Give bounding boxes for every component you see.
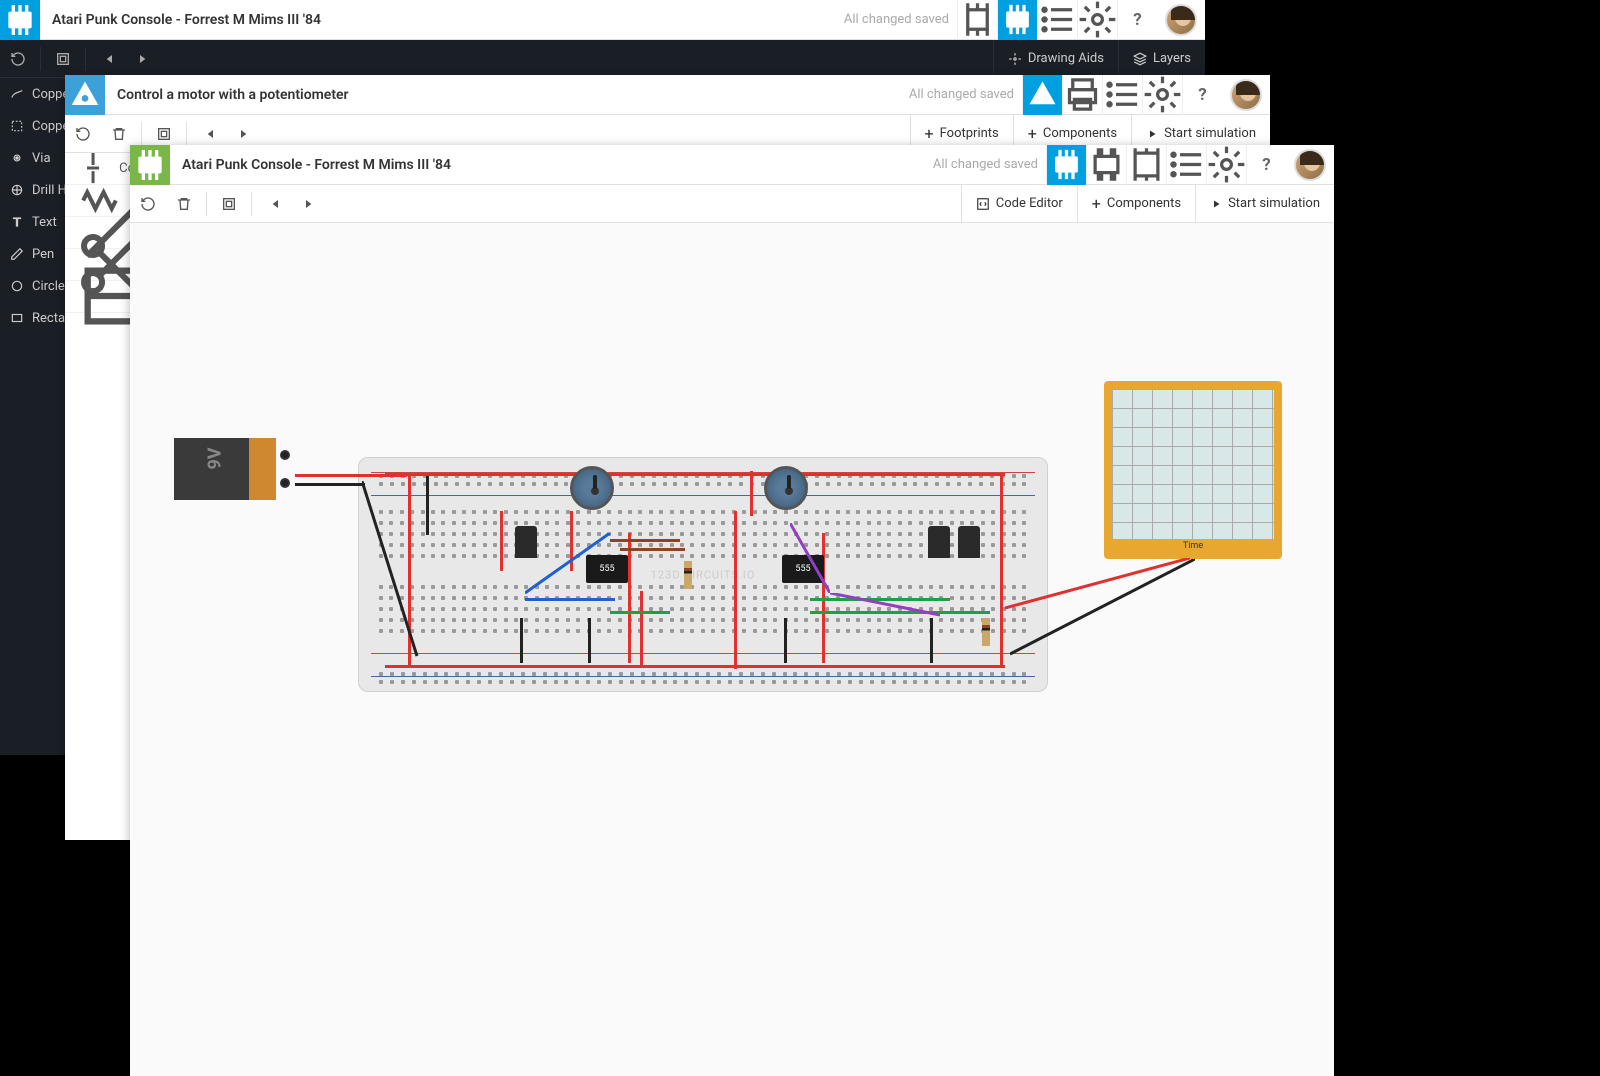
layers-button[interactable]: Layers	[1118, 40, 1205, 78]
undo-button[interactable]	[130, 185, 166, 223]
prev-button[interactable]	[256, 185, 292, 223]
user-avatar[interactable]	[1294, 149, 1326, 181]
wire-red[interactable]	[734, 511, 737, 669]
fit-button[interactable]	[45, 40, 81, 78]
help-button[interactable]: ?	[1117, 0, 1157, 40]
wire-black[interactable]	[295, 483, 365, 486]
print-button[interactable]	[1062, 75, 1102, 115]
next-button[interactable]	[292, 185, 328, 223]
layers-label: Layers	[1153, 51, 1191, 66]
wire-black[interactable]	[520, 618, 523, 663]
code-editor-button[interactable]: Code Editor	[961, 185, 1077, 223]
wire-red[interactable]	[628, 533, 631, 663]
next-button[interactable]	[126, 40, 162, 78]
paper-app-icon	[65, 75, 105, 115]
list-view-button[interactable]	[1037, 0, 1077, 40]
wire-black[interactable]	[784, 618, 787, 663]
breadboard[interactable]: 123D.CIRCUITS.IO	[358, 457, 1048, 692]
pcb-view-button[interactable]	[997, 0, 1037, 40]
wire-red[interactable]	[385, 473, 1005, 476]
wire-black[interactable]	[930, 618, 933, 663]
delete-button[interactable]	[166, 185, 202, 223]
wire-brown[interactable]	[620, 548, 685, 551]
titlebar: Atari Punk Console - Forrest M Mims III …	[0, 0, 1205, 40]
scope-x-label: Time	[1112, 541, 1274, 551]
paper-view-button[interactable]	[1022, 75, 1062, 115]
battery-9v[interactable]: 9V	[174, 438, 296, 500]
help-button[interactable]: ?	[1182, 75, 1222, 115]
capacitor-2[interactable]	[928, 526, 950, 558]
breadboard-editor-window: Atari Punk Console - Forrest M Mims III …	[130, 145, 1334, 1076]
wire-brown[interactable]	[610, 539, 680, 542]
capacitor-3[interactable]	[958, 526, 980, 558]
drawing-aids-label: Drawing Aids	[1028, 51, 1104, 66]
wire-black[interactable]	[588, 618, 591, 663]
window-title: Atari Punk Console - Forrest M Mims III …	[170, 157, 933, 173]
schematic-view-button[interactable]	[957, 0, 997, 40]
schematic-view-button[interactable]	[1086, 145, 1126, 185]
start-sim-button[interactable]: Start simulation	[1195, 185, 1334, 223]
toolbar: Drawing Aids Layers	[0, 40, 1205, 78]
prev-button[interactable]	[90, 40, 126, 78]
save-status: All changed saved	[844, 12, 949, 27]
list-view-button[interactable]	[1166, 145, 1206, 185]
save-status: All changed saved	[909, 87, 1014, 102]
titlebar: Atari Punk Console - Forrest M Mims III …	[130, 145, 1334, 185]
scope-display	[1112, 389, 1274, 539]
circuit-canvas[interactable]: 9V 123D.CIRCUITS.IO	[130, 223, 1334, 1076]
wire-red[interactable]	[750, 471, 753, 516]
resistor-2[interactable]	[982, 618, 990, 646]
user-avatar[interactable]	[1165, 4, 1197, 36]
potentiometer-2[interactable]	[764, 466, 808, 510]
titlebar: Control a motor with a potentiometer All…	[65, 75, 1270, 115]
fit-button[interactable]	[211, 185, 247, 223]
pcb-app-icon	[0, 0, 40, 40]
help-button[interactable]: ?	[1246, 145, 1286, 185]
oscilloscope[interactable]: Time	[1104, 381, 1282, 559]
breadboard-view-button[interactable]	[1046, 145, 1086, 185]
breadboard-app-icon	[130, 145, 170, 185]
window-title: Control a motor with a potentiometer	[105, 87, 909, 103]
drawing-aids-button[interactable]: Drawing Aids	[993, 40, 1118, 78]
wire-blue[interactable]	[525, 598, 615, 601]
wire-green[interactable]	[610, 611, 670, 614]
save-status: All changed saved	[933, 157, 1038, 172]
settings-button[interactable]	[1077, 0, 1117, 40]
components-button[interactable]: +Components	[1077, 185, 1195, 223]
pcb-view-button[interactable]	[1126, 145, 1166, 185]
wire-red[interactable]	[1000, 473, 1003, 668]
wire-red[interactable]	[500, 511, 503, 571]
settings-button[interactable]	[1206, 145, 1246, 185]
user-avatar[interactable]	[1230, 79, 1262, 111]
settings-button[interactable]	[1142, 75, 1182, 115]
undo-button[interactable]	[65, 115, 101, 153]
potentiometer-1[interactable]	[570, 466, 614, 510]
wire-red[interactable]	[385, 665, 1005, 668]
resistor-1[interactable]	[684, 561, 692, 589]
undo-button[interactable]	[0, 40, 36, 78]
wire-black[interactable]	[426, 475, 429, 535]
wire-red[interactable]	[640, 591, 643, 666]
list-view-button[interactable]	[1102, 75, 1142, 115]
window-title: Atari Punk Console - Forrest M Mims III …	[40, 12, 844, 28]
toolbar: Code Editor +Components Start simulation	[130, 185, 1334, 223]
watermark: 123D.CIRCUITS.IO	[651, 568, 756, 581]
